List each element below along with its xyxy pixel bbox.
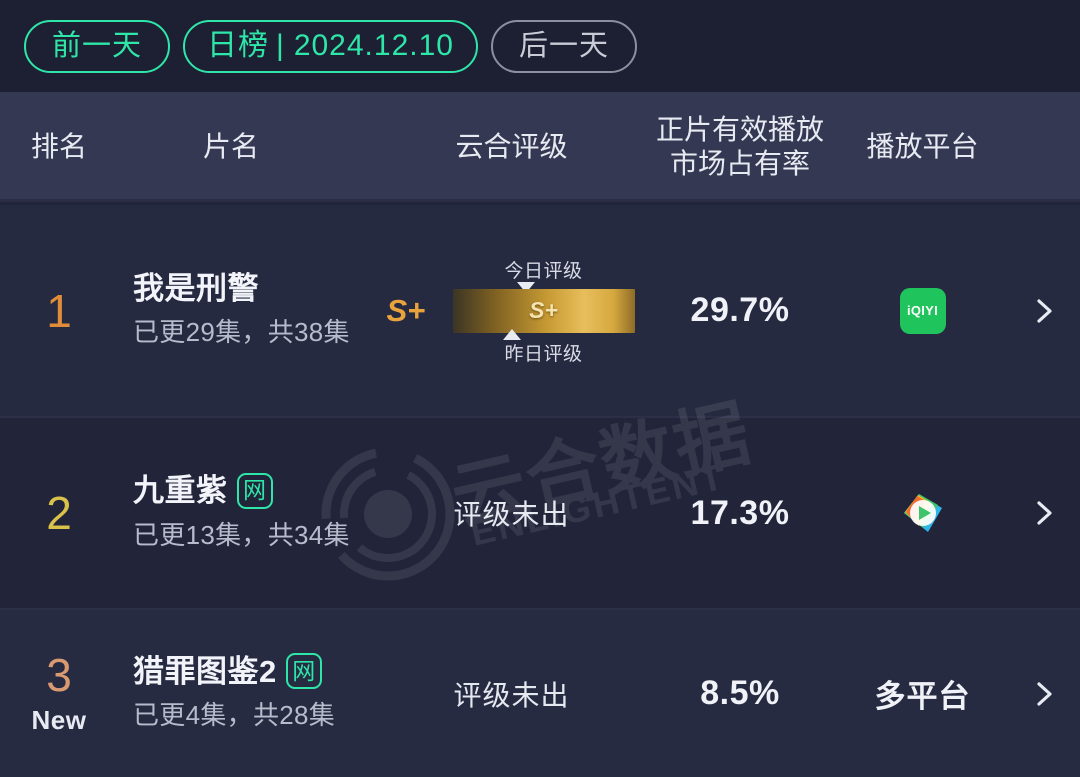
share-cell: 29.7% (650, 205, 830, 416)
web-exclusive-badge: 网 (285, 653, 322, 690)
previous-day-button[interactable]: 前一天 (24, 19, 171, 73)
market-share-value: 8.5% (700, 674, 780, 712)
rating-today-label: 今日评级 (504, 260, 583, 282)
next-day-button[interactable]: 后一天 (490, 19, 637, 73)
episode-progress: 已更13集，共34集 (133, 519, 350, 550)
rating-pending-text: 评级未出 (453, 499, 570, 530)
iqiyi-logo-text: iQIYI (906, 303, 939, 318)
platform-name: 多平台 (874, 679, 971, 714)
show-title[interactable]: 九重紫 (133, 473, 228, 509)
platform-cell: 多平台 (830, 610, 1015, 777)
episode-progress: 已更4集，共28集 (133, 700, 336, 731)
current-date-label: 2024.12.10 (293, 29, 454, 62)
market-share-value: 29.7% (690, 291, 790, 329)
rank-cell: 1 (0, 205, 118, 416)
previous-day-label: 前一天 (52, 29, 143, 62)
title-line: 猎罪图鉴2 网 (133, 653, 373, 690)
title-line: 我是刑警 (133, 271, 373, 307)
rank-number: 1 (46, 284, 72, 337)
column-header-platform: 播放平台 (866, 130, 979, 162)
chevron-right-icon (1037, 501, 1052, 525)
show-title[interactable]: 我是刑警 (133, 271, 259, 307)
chevron-right-icon (1037, 298, 1052, 323)
column-header-title: 片名 (203, 130, 260, 162)
rank-cell: 2 (0, 418, 118, 608)
table-column-header: 排名 片名 云合评级 正片有效播放 市场占有率 播放平台 (0, 92, 1080, 202)
tencent-video-logo-icon[interactable] (898, 488, 948, 538)
rank-number: 3 (46, 648, 72, 701)
episode-progress: 已更29集，共38集 (133, 317, 350, 348)
title-cell: 九重紫 网 已更13集，共34集 (133, 418, 373, 608)
column-header-share-line1: 正片有效播放 (655, 113, 824, 145)
date-navigation-bar: 前一天 日榜 | 2024.12.10 后一天 (0, 0, 1080, 92)
row-detail-chevron[interactable] (1030, 680, 1058, 708)
table-row[interactable]: 3 New 猎罪图鉴2 网 已更4集，共28集 评级未出 8.5% 多平台 (0, 610, 1080, 777)
rating-cell: S+ 今日评级 S+ 昨日评级 (373, 205, 650, 416)
title-line: 九重紫 网 (133, 472, 373, 509)
rating-cell: 评级未出 (373, 610, 650, 777)
share-cell: 8.5% (650, 610, 830, 777)
rank-new-badge: New (31, 704, 87, 735)
row-detail-chevron[interactable] (1030, 297, 1058, 325)
column-header-rating: 云合评级 (455, 130, 568, 162)
table-row[interactable]: 2 九重紫 网 已更13集，共34集 评级未出 17.3% (0, 418, 1080, 610)
share-cell: 17.3% (650, 418, 830, 608)
platform-cell: iQIYI (830, 205, 1015, 416)
market-share-value: 17.3% (690, 493, 790, 532)
show-title[interactable]: 猎罪图鉴2 (133, 654, 277, 690)
column-header-share: 正片有效播放 市场占有率 (650, 92, 830, 202)
table-row[interactable]: 1 我是刑警 已更29集，共38集 S+ 今日评级 S+ 昨日评级 29.7% (0, 205, 1080, 418)
period-type-label: 日榜 (207, 29, 270, 62)
next-day-label: 后一天 (518, 29, 609, 62)
period-separator: | (276, 29, 285, 62)
rating-gradient-bar: S+ (452, 288, 635, 333)
column-header-rank: 排名 (30, 130, 87, 162)
row-detail-chevron[interactable] (1030, 499, 1058, 527)
rating-grade-label: S+ (386, 292, 426, 328)
chevron-right-icon (1037, 681, 1052, 706)
platform-cell (830, 418, 1015, 608)
rating-change-graph: S+ 今日评级 S+ 昨日评级 (381, 252, 643, 370)
rank-cell: 3 New (0, 610, 118, 777)
web-exclusive-badge: 网 (236, 472, 273, 509)
ranking-page: 前一天 日榜 | 2024.12.10 后一天 排名 片名 云合评级 正片有效播… (0, 0, 1080, 777)
current-period-button[interactable]: 日榜 | 2024.12.10 (183, 19, 478, 73)
rating-cell: 评级未出 (373, 418, 650, 608)
title-cell: 我是刑警 已更29集，共38集 (133, 205, 373, 416)
iqiyi-logo-icon[interactable]: iQIYI (899, 287, 946, 334)
rating-bar-value: S+ (529, 297, 558, 323)
rating-yesterday-label: 昨日评级 (504, 343, 583, 365)
rating-pending-text: 评级未出 (453, 679, 570, 711)
rank-number: 2 (46, 487, 72, 539)
title-cell: 猎罪图鉴2 网 已更4集，共28集 (133, 610, 373, 777)
column-header-share-line2: 市场占有率 (669, 148, 810, 179)
